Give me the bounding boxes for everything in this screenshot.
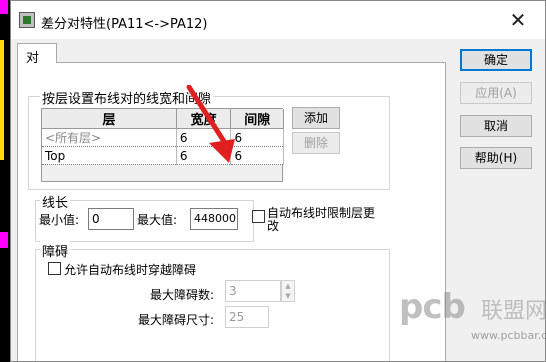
title-bar: 差分对特性(PA11<->PA12) ✕	[11, 1, 545, 39]
table-row[interactable]: Top 6 6	[42, 146, 284, 165]
spinner-up-icon[interactable]: ▲	[282, 281, 294, 291]
column-header-layer[interactable]: 层	[42, 109, 177, 129]
max-obstacle-size-input[interactable]: 25	[225, 306, 269, 328]
red-arrow-annotation	[186, 85, 235, 163]
max-obstacle-count-spinner[interactable]: ▲ ▼	[281, 280, 295, 302]
help-button[interactable]: 帮助(H)	[460, 147, 532, 169]
row-layer-cell[interactable]: Top	[42, 146, 177, 165]
table-header-row: 层 宽度 间隙	[42, 109, 284, 129]
table-row[interactable]: <所有层> 6 6	[42, 128, 284, 147]
cancel-button[interactable]: 取消	[460, 115, 532, 137]
max-obstacle-size-label: 最大障碍尺寸:	[138, 313, 215, 327]
max-obstacle-count-label: 最大障碍数:	[150, 288, 215, 302]
min-length-label: 最小值:	[39, 213, 80, 227]
close-icon[interactable]: ✕	[505, 8, 531, 32]
window-title: 差分对特性(PA11<->PA12)	[41, 17, 208, 32]
max-length-label: 最大值:	[137, 213, 178, 227]
layer-table[interactable]: 层 宽度 间隙 <所有层> 6 6 Top 6 6	[41, 108, 284, 182]
spinner-down-icon[interactable]: ▼	[282, 291, 294, 301]
watermark-url: www.pcbbar.com	[471, 329, 545, 342]
allow-cross-obstacle-label: 允许自动布线时穿越障碍	[64, 263, 197, 277]
dialog-window: 差分对特性(PA11<->PA12) ✕ 对 按层设置布线对的线宽和间隙 线长 …	[10, 0, 546, 362]
tab-strip: 对	[17, 41, 446, 66]
restrict-layer-change-label: 自动布线时限制层更改	[267, 207, 379, 233]
add-layer-button[interactable]: 添加	[292, 107, 340, 129]
length-group-legend: 线长	[40, 192, 71, 211]
watermark-brand: pcb	[399, 287, 466, 327]
row-layer-cell[interactable]: <所有层>	[42, 128, 177, 147]
max-length-input[interactable]: 448000	[190, 208, 238, 230]
tab-pair[interactable]: 对	[17, 43, 57, 66]
background-magenta-strip-2	[0, 232, 8, 248]
app-icon	[19, 12, 35, 28]
ok-button[interactable]: 确定	[460, 49, 532, 71]
restrict-layer-change-checkbox[interactable]	[252, 210, 265, 223]
apply-button[interactable]: 应用(A)	[460, 82, 532, 104]
allow-cross-obstacle-checkbox[interactable]	[48, 262, 61, 275]
restrict-layer-change-text: 自动布线时限制层更改	[267, 206, 376, 233]
background-magenta-strip	[0, 0, 8, 14]
background-yellow-strip	[0, 40, 4, 160]
max-obstacle-count-input[interactable]: 3	[225, 280, 281, 302]
delete-layer-button[interactable]: 删除	[292, 132, 340, 154]
watermark-brand-cn: 联盟网	[481, 299, 546, 324]
min-length-input[interactable]: 0	[88, 208, 134, 230]
obstacle-group-legend: 障碍	[40, 241, 71, 260]
